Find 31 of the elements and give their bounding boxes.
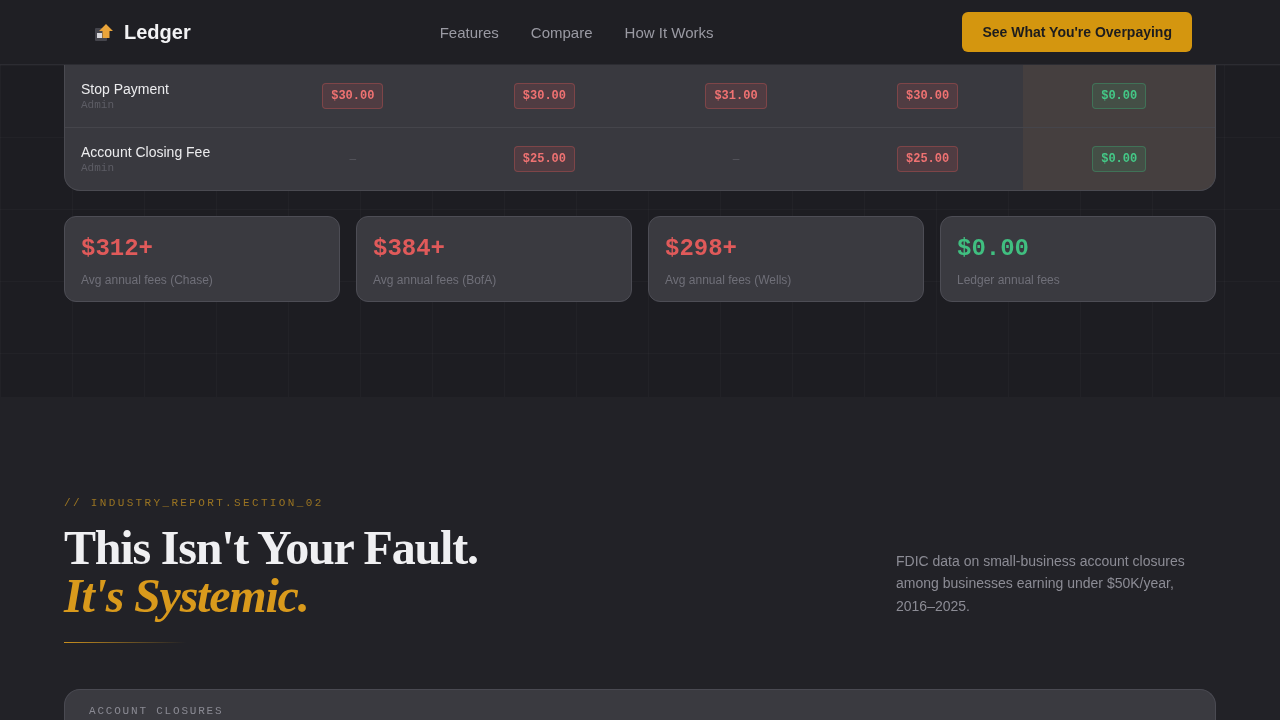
fee-amount: $31.00 [705,83,767,109]
stat-label: Ledger annual fees [957,272,1061,288]
no-fee-dash: — [349,153,357,165]
heading-accent: It's Systemic. [64,572,310,620]
stat-label: Avg annual fees (Chase) [81,272,214,288]
brand-link[interactable]: Ledger [95,20,191,44]
nav-link[interactable]: How It Works [624,23,714,41]
fee-amount: $25.00 [897,146,959,172]
section-eyebrow: // INDUSTRY_REPORT.SECTION_02 [64,496,325,510]
nav-link[interactable]: Features [439,23,499,41]
card-title: ACCOUNT CLOSURES [89,704,225,718]
fee-amount: $25.00 [513,146,575,172]
stat-value: $298+ [665,235,738,263]
fee-amount: $30.00 [322,83,384,109]
box-arrow-icon [95,23,113,41]
stat-value: $312+ [81,235,154,263]
stat-value: $0.00 [957,235,1030,263]
fee-amount: $30.00 [897,83,959,109]
stat-label: Avg annual fees (BofA) [373,272,498,288]
fee-amount: $30.00 [513,83,575,109]
nav-link[interactable]: Compare [530,23,593,41]
free-amount: $0.00 [1092,146,1147,172]
no-fee-dash: — [732,153,740,165]
free-amount: $0.00 [1092,83,1147,109]
cta-button[interactable]: See What You're Overpaying [962,12,1192,52]
stat-value: $384+ [373,235,446,263]
stat-label: Avg annual fees (Wells) [665,272,793,288]
section-heading: This Isn't Your Fault. [64,524,478,572]
section-description: FDIC data on small-business account closures among businesses earning under $50K/year, 2016–2025. [896,551,1186,616]
fee-name: Stop Payment [81,80,170,98]
fee-name: Account Closing Fee [81,143,212,161]
